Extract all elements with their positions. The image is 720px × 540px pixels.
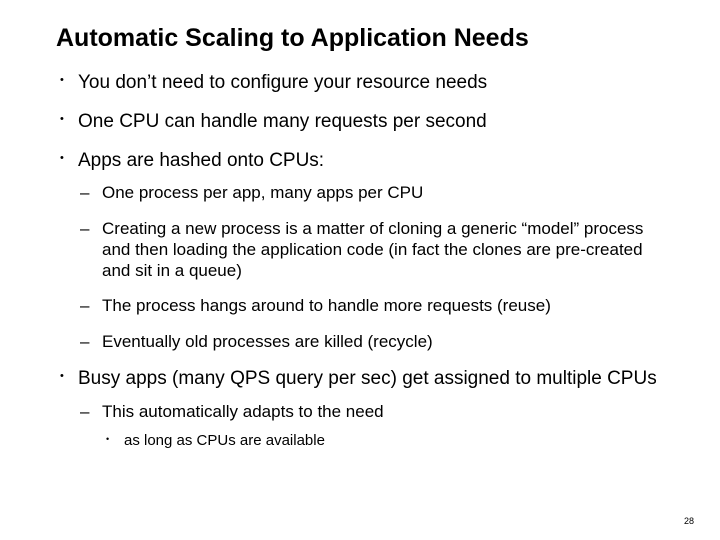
bullet-subitem: One process per app, many apps per CPU — [78, 182, 672, 203]
bullet-subitem: The process hangs around to handle more … — [78, 295, 672, 316]
bullet-item: Apps are hashed onto CPUs: One process p… — [56, 149, 672, 352]
bullet-text: One CPU can handle many requests per sec… — [78, 111, 487, 132]
bullet-item: You don’t need to configure your resourc… — [56, 71, 672, 95]
bullet-text: Creating a new process is a matter of cl… — [102, 219, 643, 281]
bullet-text: This automatically adapts to the need — [102, 402, 384, 421]
bullet-text: Busy apps (many QPS query per sec) get a… — [78, 368, 657, 389]
bullet-text: Apps are hashed onto CPUs: — [78, 150, 324, 171]
slide: Automatic Scaling to Application Needs Y… — [0, 0, 720, 540]
bullet-item: One CPU can handle many requests per sec… — [56, 110, 672, 134]
page-number: 28 — [684, 516, 694, 526]
bullet-subitem: This automatically adapts to the need as… — [78, 401, 672, 451]
bullet-list-level3: as long as CPUs are available — [102, 432, 672, 451]
bullet-list-level2: This automatically adapts to the need as… — [78, 401, 672, 451]
bullet-subitem: Eventually old processes are killed (rec… — [78, 331, 672, 352]
slide-title: Automatic Scaling to Application Needs — [56, 24, 672, 53]
bullet-text: You don’t need to configure your resourc… — [78, 72, 487, 93]
bullet-list-level1: You don’t need to configure your resourc… — [56, 71, 672, 451]
bullet-text: The process hangs around to handle more … — [102, 296, 551, 315]
bullet-text: Eventually old processes are killed (rec… — [102, 332, 433, 351]
bullet-subitem: Creating a new process is a matter of cl… — [78, 218, 672, 282]
bullet-list-level2: One process per app, many apps per CPU C… — [78, 182, 672, 352]
bullet-item: Busy apps (many QPS query per sec) get a… — [56, 367, 672, 451]
bullet-text: One process per app, many apps per CPU — [102, 183, 423, 202]
bullet-subsubitem: as long as CPUs are available — [102, 432, 672, 451]
bullet-text: as long as CPUs are available — [124, 432, 325, 449]
